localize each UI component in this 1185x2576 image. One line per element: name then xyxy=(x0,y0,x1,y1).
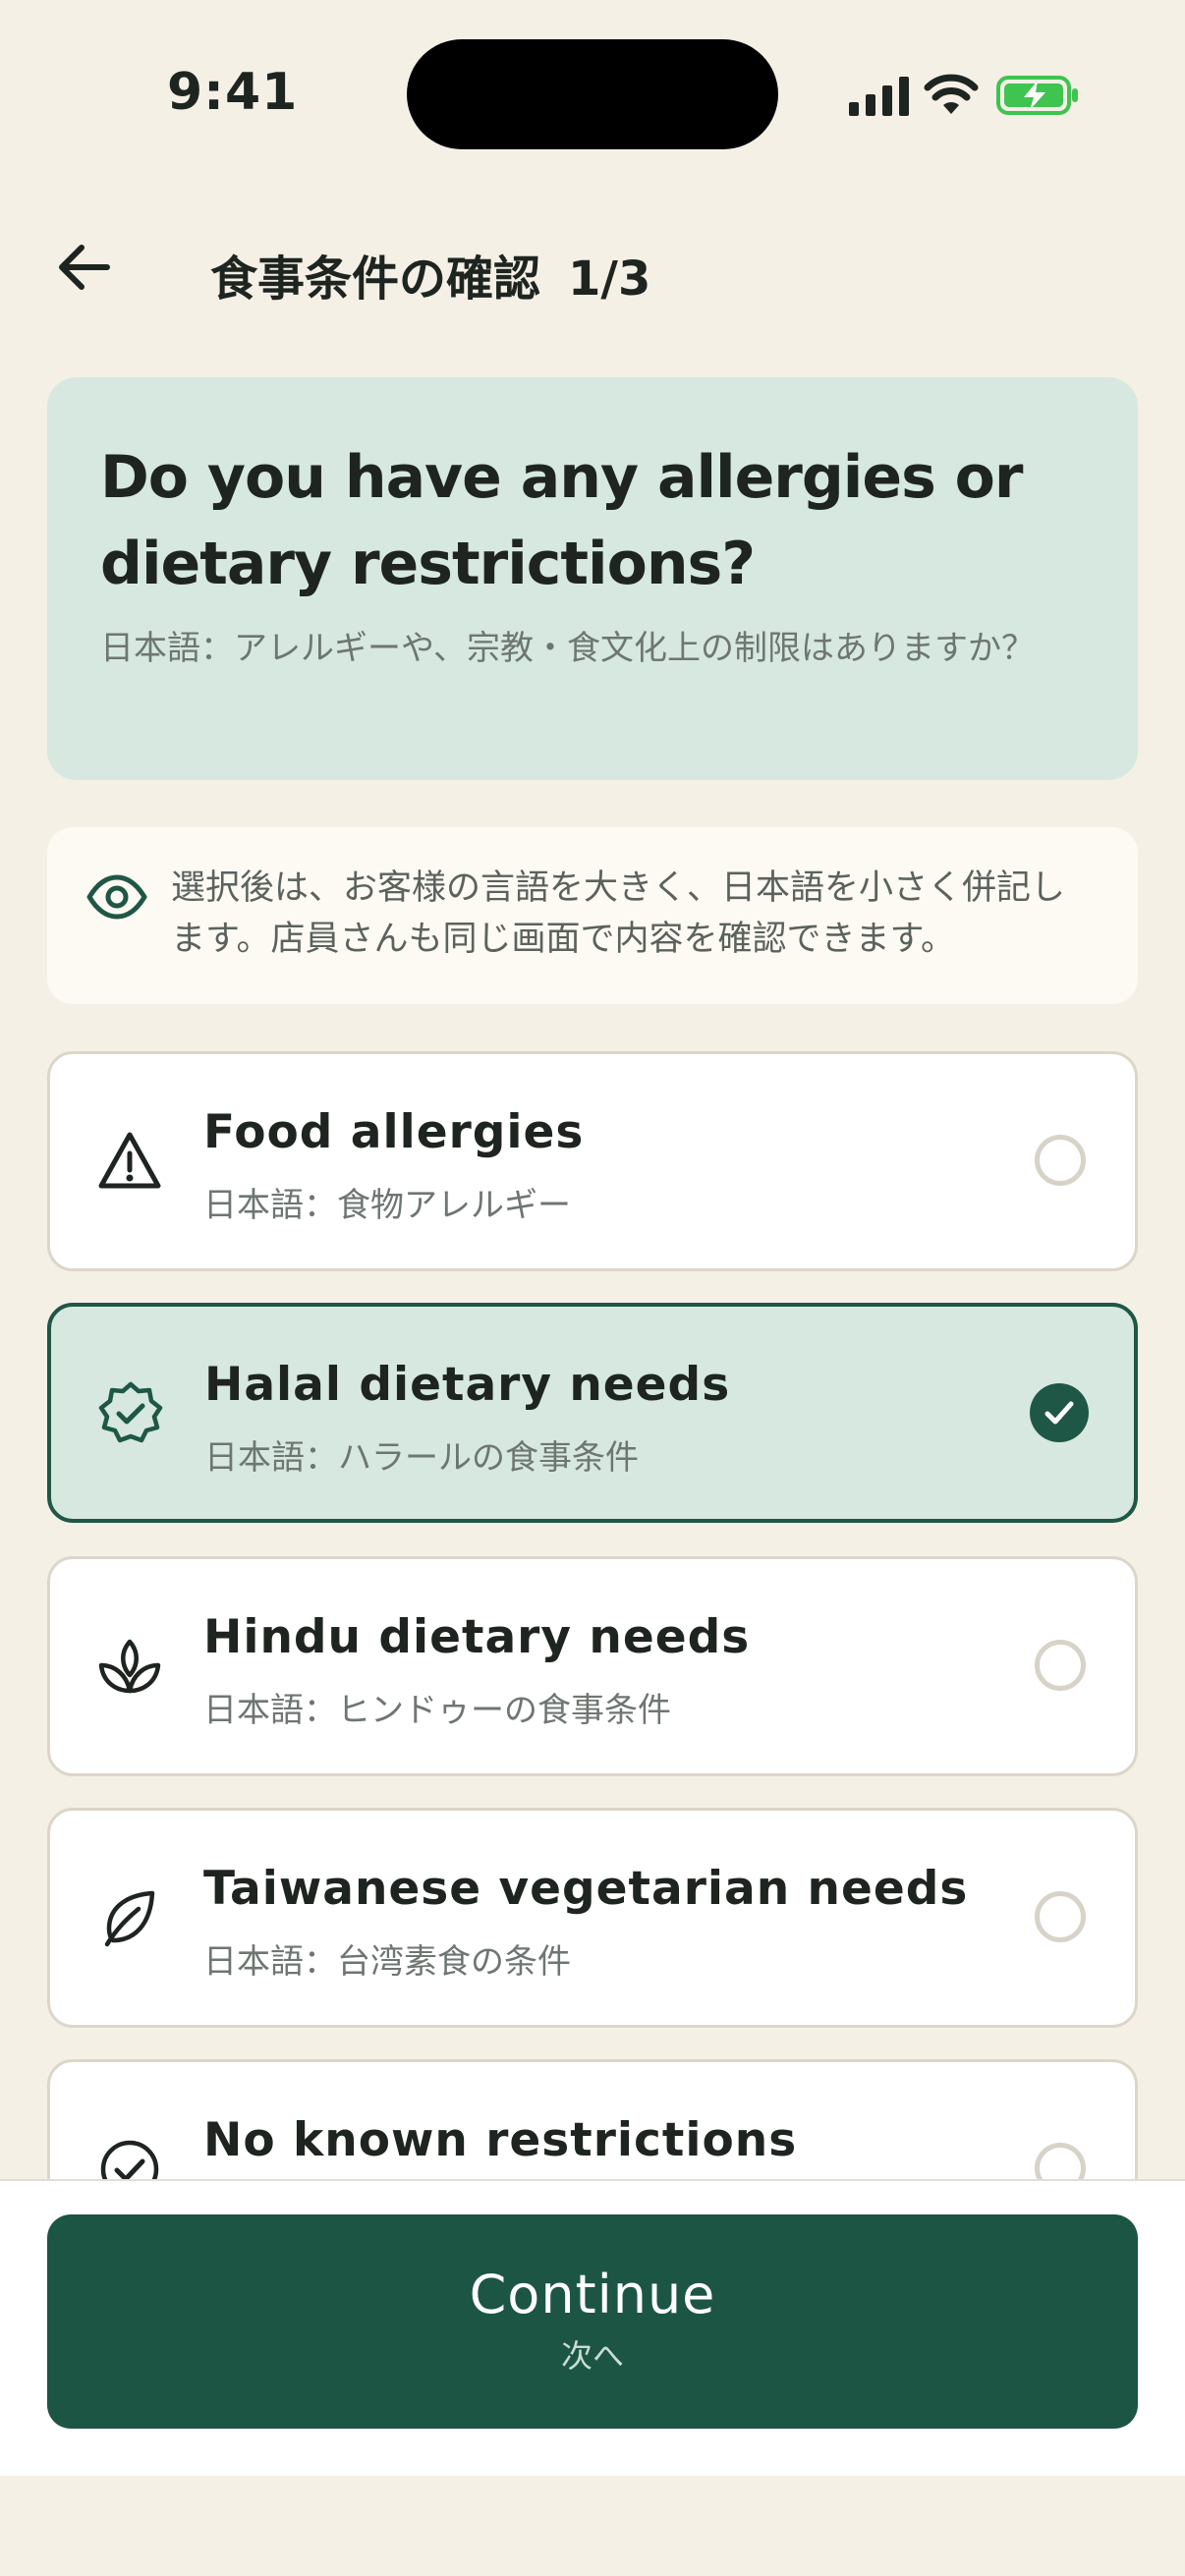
option-japanese-label: 日本語：ハラールの食事条件 xyxy=(204,1438,639,1478)
leaf-icon xyxy=(104,1890,155,1947)
radio-button[interactable] xyxy=(1035,1640,1086,1691)
page-title-text: 食事条件の確認 xyxy=(210,252,541,307)
option-label: Taiwanese vegetarian needs xyxy=(203,1862,969,1916)
status-time: 9:41 xyxy=(167,63,299,122)
dynamic-island xyxy=(407,39,778,149)
radio-button-checked[interactable] xyxy=(1030,1383,1089,1442)
question-card: Do you have any allergies or dietary res… xyxy=(47,377,1138,780)
option-label: Hindu dietary needs xyxy=(203,1610,751,1664)
option-japanese-label: 日本語：台湾素食の条件 xyxy=(203,1942,571,1982)
option-japanese-label: 日本語：食物アレルギー xyxy=(203,1186,571,1225)
app-header: 食事条件の確認 1/3 xyxy=(0,216,1185,314)
verified-badge-icon xyxy=(98,1381,163,1443)
question-text: Do you have any allergies or dietary res… xyxy=(100,443,1023,598)
radio-button[interactable] xyxy=(1035,1891,1086,1942)
option-food-allergies[interactable]: Food allergies 日本語：食物アレルギー xyxy=(47,1051,1138,1271)
bottom-action-bar: Continue 次へ xyxy=(0,2179,1185,2476)
option-label: Food allergies xyxy=(203,1105,585,1159)
warning-triangle-icon xyxy=(98,1132,161,1189)
back-button[interactable] xyxy=(51,238,116,297)
arrow-left-icon xyxy=(59,245,110,290)
lotus-icon xyxy=(98,1639,161,1694)
eye-icon xyxy=(86,874,147,920)
radio-button[interactable] xyxy=(1035,1135,1086,1186)
info-note: 選択後は、お客様の言語を大きく、日本語を小さく併記します。店員さんも同じ画面で内… xyxy=(47,827,1138,1004)
status-bar: 9:41 xyxy=(0,0,1185,187)
option-taiwanese-vegetarian[interactable]: Taiwanese vegetarian needs 日本語：台湾素食の条件 xyxy=(47,1808,1138,2028)
wifi-icon xyxy=(924,74,979,114)
continue-button-japanese-label: 次へ xyxy=(560,2337,624,2375)
battery-charging-icon xyxy=(996,76,1078,115)
option-halal[interactable]: Halal dietary needs 日本語：ハラールの食事条件 xyxy=(47,1303,1138,1523)
option-label: No known restrictions xyxy=(203,2113,798,2167)
option-japanese-label: 日本語：ヒンドゥーの食事条件 xyxy=(203,1691,671,1730)
step-counter: 1/3 xyxy=(568,252,651,307)
question-japanese-text: 日本語：アレルギーや、宗教・食文化上の制限はありますか？ xyxy=(100,629,1035,668)
continue-button-label: Continue xyxy=(469,2264,716,2325)
continue-button[interactable]: Continue 次へ xyxy=(47,2214,1138,2429)
page-title: 食事条件の確認 1/3 xyxy=(210,240,650,308)
info-note-text: 選択後は、お客様の言語を大きく、日本語を小さく併記します。店員さんも同じ画面で内… xyxy=(171,868,1066,959)
checkmark-icon xyxy=(1044,1401,1074,1425)
option-label: Halal dietary needs xyxy=(204,1358,731,1412)
option-hindu[interactable]: Hindu dietary needs 日本語：ヒンドゥーの食事条件 xyxy=(47,1556,1138,1776)
cellular-signal-icon xyxy=(849,77,909,116)
